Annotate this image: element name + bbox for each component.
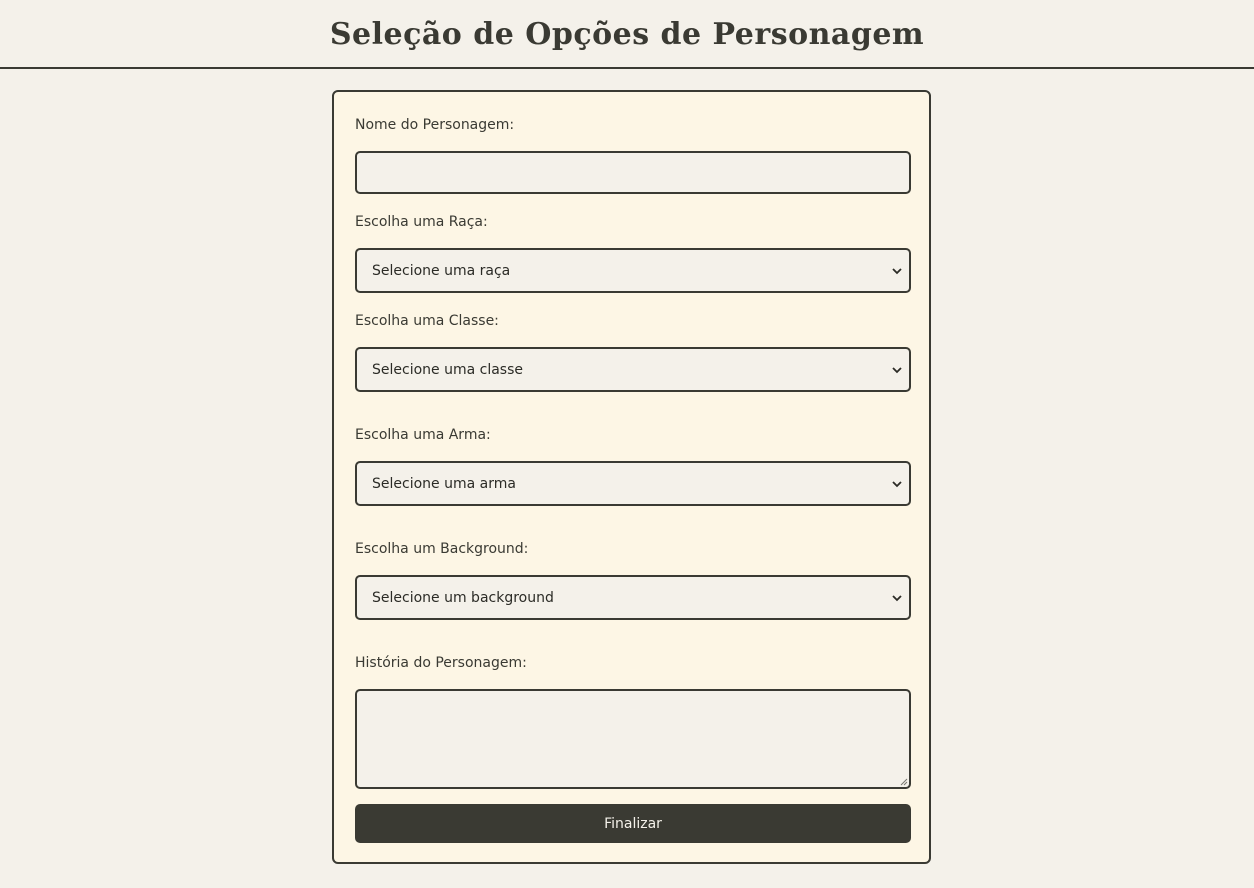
class-label: Escolha uma Classe: <box>355 313 499 329</box>
name-input[interactable] <box>355 151 911 194</box>
weapon-select-value: Selecione uma arma <box>372 475 516 492</box>
resize-grip-icon[interactable] <box>898 776 908 786</box>
background-select[interactable]: Selecione um background <box>355 575 911 620</box>
name-label: Nome do Personagem: <box>355 117 515 133</box>
weapon-select[interactable]: Selecione uma arma <box>355 461 911 506</box>
page-header: Seleção de Opções de Personagem <box>0 0 1254 69</box>
story-textarea[interactable] <box>355 689 911 789</box>
chevron-down-icon <box>892 366 902 373</box>
race-select-value: Selecione uma raça <box>372 262 511 279</box>
class-select-value: Selecione uma classe <box>372 361 523 378</box>
race-label: Escolha uma Raça: <box>355 214 488 230</box>
background-label: Escolha um Background: <box>355 541 529 557</box>
character-form: Nome do Personagem: Escolha uma Raça: Se… <box>332 90 931 864</box>
story-label: História do Personagem: <box>355 655 527 671</box>
chevron-down-icon <box>892 480 902 487</box>
weapon-label: Escolha uma Arma: <box>355 427 491 443</box>
race-select[interactable]: Selecione uma raça <box>355 248 911 293</box>
class-select[interactable]: Selecione uma classe <box>355 347 911 392</box>
chevron-down-icon <box>892 267 902 274</box>
background-select-value: Selecione um background <box>372 589 554 606</box>
page-title: Seleção de Opções de Personagem <box>329 16 925 52</box>
finalize-button[interactable]: Finalizar <box>355 804 911 843</box>
chevron-down-icon <box>892 594 902 601</box>
